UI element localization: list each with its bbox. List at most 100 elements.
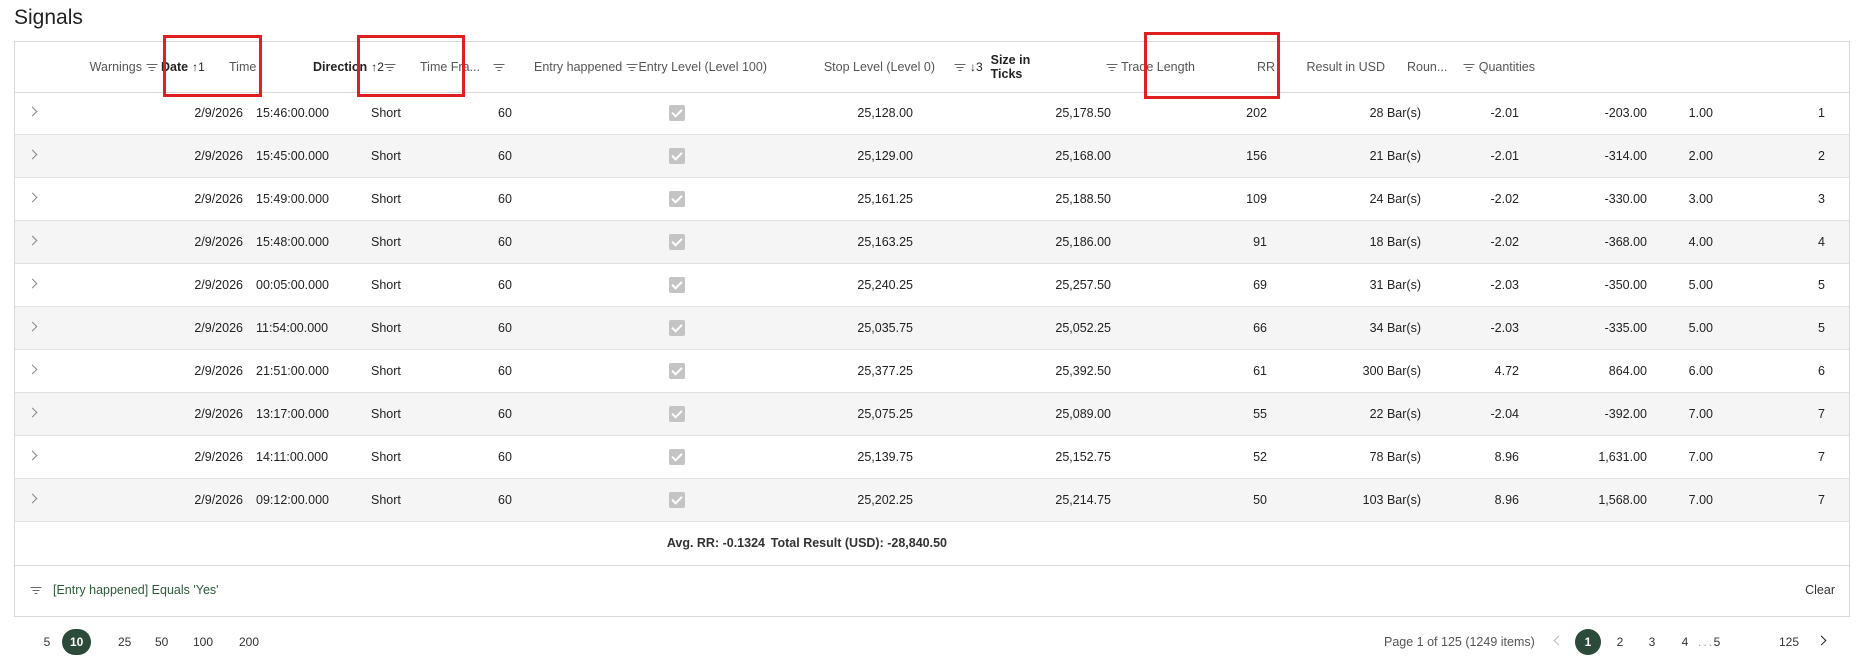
table-row[interactable]: 2/9/2026 15:46:00.000 Short 60 25,128.00 25,1… (15, 92, 1849, 135)
filter-icon[interactable] (955, 63, 966, 72)
cell-result: -368.00 (1604, 235, 1647, 249)
expand-row-chevron-icon[interactable] (29, 193, 37, 201)
cell-tf: 60 (498, 106, 512, 120)
page-size-option[interactable]: 5 (34, 629, 60, 655)
cell-date: 2/9/2026 (194, 321, 243, 335)
expand-row-chevron-icon[interactable] (29, 322, 37, 330)
header-quantities[interactable]: Quantities (1455, 42, 1535, 92)
page-size-option[interactable]: 25 (110, 629, 139, 655)
header-time-frame[interactable]: Time Fra... (420, 42, 540, 92)
page-number[interactable]: 2 (1607, 629, 1633, 655)
entry-happened-checkbox (669, 406, 685, 422)
cell-round: 2.00 (1688, 149, 1713, 163)
filter-icon[interactable] (386, 63, 394, 72)
expand-row-chevron-icon[interactable] (29, 365, 37, 373)
entry-happened-checkbox (669, 148, 685, 164)
expand-row-chevron-icon[interactable] (29, 107, 37, 115)
cell-time: 15:45:00.000 (256, 149, 329, 163)
cell-round: 7.00 (1688, 450, 1713, 464)
cell-round: 5.00 (1688, 278, 1713, 292)
page-size-option[interactable]: 50 (147, 629, 176, 655)
cell-direction: Short (371, 450, 401, 464)
page-size-option[interactable]: 10 (62, 629, 92, 655)
expand-row-chevron-icon[interactable] (29, 451, 37, 459)
filter-icon[interactable] (146, 63, 157, 72)
cell-entry: 25,202.25 (857, 493, 913, 507)
cell-qty: 5 (1818, 278, 1825, 292)
header-stop-level[interactable]: Stop Level (Level 0) (795, 42, 935, 92)
expand-row-chevron-icon[interactable] (29, 150, 37, 158)
table-row[interactable]: 2/9/2026 09:12:00.000 Short 60 25,202.25 25,2… (15, 479, 1849, 522)
cell-result: -392.00 (1604, 407, 1647, 421)
header-warnings[interactable]: Warnings (55, 42, 157, 92)
table-row[interactable]: 2/9/2026 13:17:00.000 Short 60 25,075.25 25,0… (15, 393, 1849, 436)
cell-entry-happened (669, 135, 689, 177)
cell-tf: 60 (498, 407, 512, 421)
cell-date: 2/9/2026 (194, 493, 243, 507)
cell-result: 864.00 (1608, 364, 1647, 378)
cell-result: 1,631.00 (1598, 450, 1647, 464)
header-date-label: Date (161, 60, 189, 74)
table-row[interactable]: 2/9/2026 15:49:00.000 Short 60 25,161.25 25,1… (15, 178, 1849, 221)
header-result-usd[interactable]: Result in USD (1285, 42, 1386, 92)
signals-grid: Warnings Date ↑1 Time Direction ↑2 Time … (14, 41, 1850, 617)
header-time[interactable]: Time (229, 42, 299, 92)
header-direction[interactable]: Direction ↑2 (313, 42, 394, 92)
header-direction-label: Direction (313, 60, 368, 74)
table-row[interactable]: 2/9/2026 15:48:00.000 Short 60 25,163.25 25,1… (15, 221, 1849, 264)
clear-filter-button[interactable]: Clear (1805, 583, 1835, 597)
filter-icon[interactable] (494, 63, 505, 72)
cell-entry-happened (669, 479, 689, 521)
page-number[interactable]: 4 (1672, 629, 1698, 655)
table-row[interactable]: 2/9/2026 00:05:00.000 Short 60 25,240.25 25,2… (15, 264, 1849, 307)
page-number[interactable]: 3 (1639, 629, 1665, 655)
page-size-option[interactable]: 200 (231, 629, 267, 655)
header-trade-length[interactable]: Trade Length (1085, 42, 1195, 92)
cell-round: 3.00 (1688, 192, 1713, 206)
header-entry-level-label: Entry Level (Level 100) (638, 60, 767, 74)
expand-row-chevron-icon[interactable] (29, 494, 37, 502)
cell-rr: -2.02 (1490, 235, 1520, 249)
cell-length: 78 Bar(s) (1369, 450, 1421, 464)
prev-page-icon[interactable] (1553, 637, 1560, 644)
header-round[interactable]: Roun... (1407, 42, 1457, 92)
cell-length: 28 Bar(s) (1369, 106, 1421, 120)
entry-happened-checkbox (669, 320, 685, 336)
cell-direction: Short (371, 321, 401, 335)
filter-icon[interactable] (1464, 63, 1475, 72)
grid-header: Warnings Date ↑1 Time Direction ↑2 Time … (15, 42, 1849, 93)
filter-icon[interactable] (30, 586, 41, 595)
cell-direction: Short (371, 192, 401, 206)
cell-time: 13:17:00.000 (256, 407, 329, 421)
expand-row-chevron-icon[interactable] (29, 408, 37, 416)
header-entry-level[interactable]: Entry Level (Level 100) (615, 42, 767, 92)
filter-expression[interactable]: [Entry happened] Equals 'Yes' (53, 583, 219, 597)
page-size-option[interactable]: 100 (185, 629, 221, 655)
table-row[interactable]: 2/9/2026 11:54:00.000 Short 60 25,035.75 25,0… (15, 307, 1849, 350)
header-time-frame-label: Time Fra... (420, 60, 480, 74)
header-rr[interactable]: RR (1215, 42, 1275, 92)
cell-rr: -2.03 (1490, 321, 1520, 335)
cell-stop: 25,257.50 (1055, 278, 1111, 292)
sort-ascending-icon: ↑2 (371, 60, 384, 74)
cell-date: 2/9/2026 (194, 364, 243, 378)
entry-happened-checkbox (669, 492, 685, 508)
header-size-in-ticks[interactable]: ↓3 Size in Ticks (955, 42, 1065, 92)
cell-stop: 25,188.50 (1055, 192, 1111, 206)
sort-ascending-icon: ↑1 (192, 60, 205, 74)
filter-icon[interactable] (1106, 63, 1117, 72)
header-round-label: Roun... (1407, 60, 1448, 74)
cell-entry-happened (669, 92, 689, 134)
table-row[interactable]: 2/9/2026 14:11:00.000 Short 60 25,139.75 25,1… (15, 436, 1849, 479)
expand-row-chevron-icon[interactable] (29, 279, 37, 287)
header-date[interactable]: Date ↑1 (161, 42, 221, 92)
page-last[interactable]: 125 (1773, 629, 1805, 655)
cell-tf: 60 (498, 364, 512, 378)
expand-row-chevron-icon[interactable] (29, 236, 37, 244)
cell-stop: 25,186.00 (1055, 235, 1111, 249)
table-row[interactable]: 2/9/2026 21:51:00.000 Short 60 25,377.25 25,3… (15, 350, 1849, 393)
table-row[interactable]: 2/9/2026 15:45:00.000 Short 60 25,129.00 25,1… (15, 135, 1849, 178)
cell-rr: -2.03 (1490, 278, 1520, 292)
page-number[interactable]: 1 (1575, 629, 1601, 655)
next-page-icon[interactable] (1818, 637, 1825, 644)
